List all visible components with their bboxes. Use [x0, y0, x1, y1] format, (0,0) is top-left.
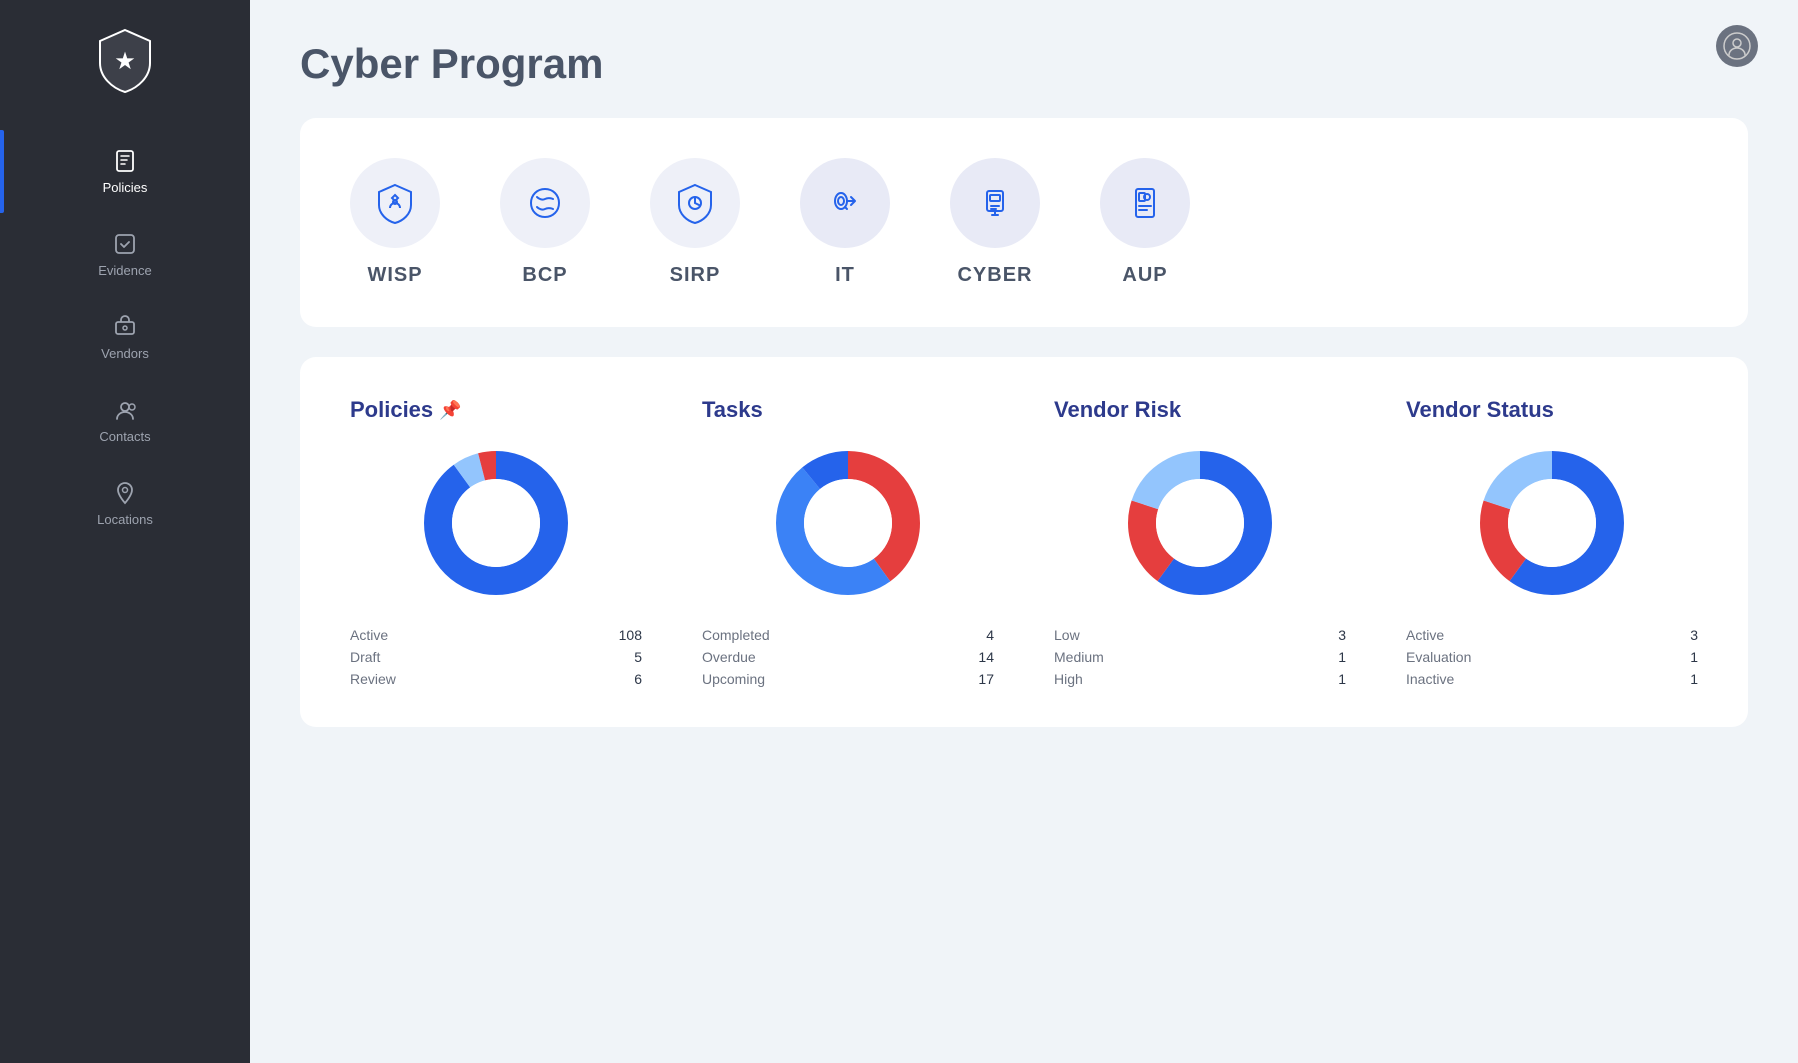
cyber-icon-circle	[950, 158, 1040, 248]
vendor-status-legend: Active 3 Evaluation 1 Inactive 1	[1406, 627, 1698, 687]
cyber-label: CYBER	[957, 264, 1032, 287]
program-item-wisp[interactable]: WISP	[350, 158, 440, 287]
aup-icon-circle	[1100, 158, 1190, 248]
charts-section: Policies 📌 Active 108	[300, 357, 1748, 727]
programs-card: WISP BCP SIRP	[300, 118, 1748, 327]
program-item-it[interactable]: IT	[800, 158, 890, 287]
sirp-label: SIRP	[670, 264, 721, 287]
app-logo: ★	[85, 20, 165, 100]
tasks-chart-block: Tasks Completed 4 Ov	[702, 397, 994, 687]
policies-donut	[416, 443, 576, 603]
tasks-donut	[768, 443, 928, 603]
legend-row: Draft 5	[350, 649, 642, 665]
sidebar-item-label-contacts: Contacts	[99, 429, 150, 444]
tasks-chart-title: Tasks	[702, 397, 763, 423]
sidebar-item-label-locations: Locations	[97, 512, 153, 527]
sidebar-item-evidence[interactable]: Evidence	[0, 213, 250, 296]
legend-row: Completed 4	[702, 627, 994, 643]
legend-row: Low 3	[1054, 627, 1346, 643]
program-item-bcp[interactable]: BCP	[500, 158, 590, 287]
contacts-icon	[112, 397, 138, 423]
page-title: Cyber Program	[300, 40, 1748, 88]
legend-row: Review 6	[350, 671, 642, 687]
legend-row: Overdue 14	[702, 649, 994, 665]
wisp-icon-circle	[350, 158, 440, 248]
vendor-risk-chart-block: Vendor Risk Low 3 Me	[1054, 397, 1346, 687]
vendor-status-donut	[1472, 443, 1632, 603]
wisp-label: WISP	[367, 264, 422, 287]
legend-row: Active 3	[1406, 627, 1698, 643]
tasks-legend: Completed 4 Overdue 14 Upcoming 17	[702, 627, 994, 687]
sidebar-nav: Policies Evidence Vendors	[0, 130, 250, 545]
program-item-cyber[interactable]: CYBER	[950, 158, 1040, 287]
sidebar-item-label-evidence: Evidence	[98, 263, 151, 278]
sidebar-item-contacts[interactable]: Contacts	[0, 379, 250, 462]
vendor-risk-legend: Low 3 Medium 1 High 1	[1054, 627, 1346, 687]
legend-row: Medium 1	[1054, 649, 1346, 665]
main-content: Cyber Program WISP	[250, 0, 1798, 1063]
sidebar: ★ Policies Evidence	[0, 0, 250, 1063]
policies-chart-block: Policies 📌 Active 108	[350, 397, 642, 687]
legend-row: Inactive 1	[1406, 671, 1698, 687]
bcp-icon-circle	[500, 158, 590, 248]
vendors-icon	[112, 314, 138, 340]
policies-legend: Active 108 Draft 5 Review 6	[350, 627, 642, 687]
vendor-status-chart-block: Vendor Status Active 3	[1406, 397, 1698, 687]
policies-chart-title: Policies 📌	[350, 397, 462, 423]
sidebar-item-label-policies: Policies	[103, 180, 148, 195]
program-item-sirp[interactable]: SIRP	[650, 158, 740, 287]
legend-row: High 1	[1054, 671, 1346, 687]
it-label: IT	[835, 264, 855, 287]
sidebar-item-vendors[interactable]: Vendors	[0, 296, 250, 379]
bcp-label: BCP	[522, 264, 567, 287]
it-icon-circle	[800, 158, 890, 248]
evidence-icon	[112, 231, 138, 257]
user-avatar[interactable]	[1716, 25, 1758, 67]
vendor-risk-donut	[1120, 443, 1280, 603]
sidebar-item-label-vendors: Vendors	[101, 346, 149, 361]
aup-label: AUP	[1122, 264, 1167, 287]
svg-text:★: ★	[114, 48, 136, 75]
vendor-risk-chart-title: Vendor Risk	[1054, 397, 1181, 423]
legend-row: Upcoming 17	[702, 671, 994, 687]
sidebar-item-policies[interactable]: Policies	[0, 130, 250, 213]
legend-row: Active 108	[350, 627, 642, 643]
vendor-status-chart-title: Vendor Status	[1406, 397, 1554, 423]
sidebar-item-locations[interactable]: Locations	[0, 462, 250, 545]
pin-icon: 📌	[439, 400, 461, 421]
policies-icon	[112, 148, 138, 174]
sirp-icon-circle	[650, 158, 740, 248]
legend-row: Evaluation 1	[1406, 649, 1698, 665]
program-item-aup[interactable]: AUP	[1100, 158, 1190, 287]
locations-icon	[112, 480, 138, 506]
